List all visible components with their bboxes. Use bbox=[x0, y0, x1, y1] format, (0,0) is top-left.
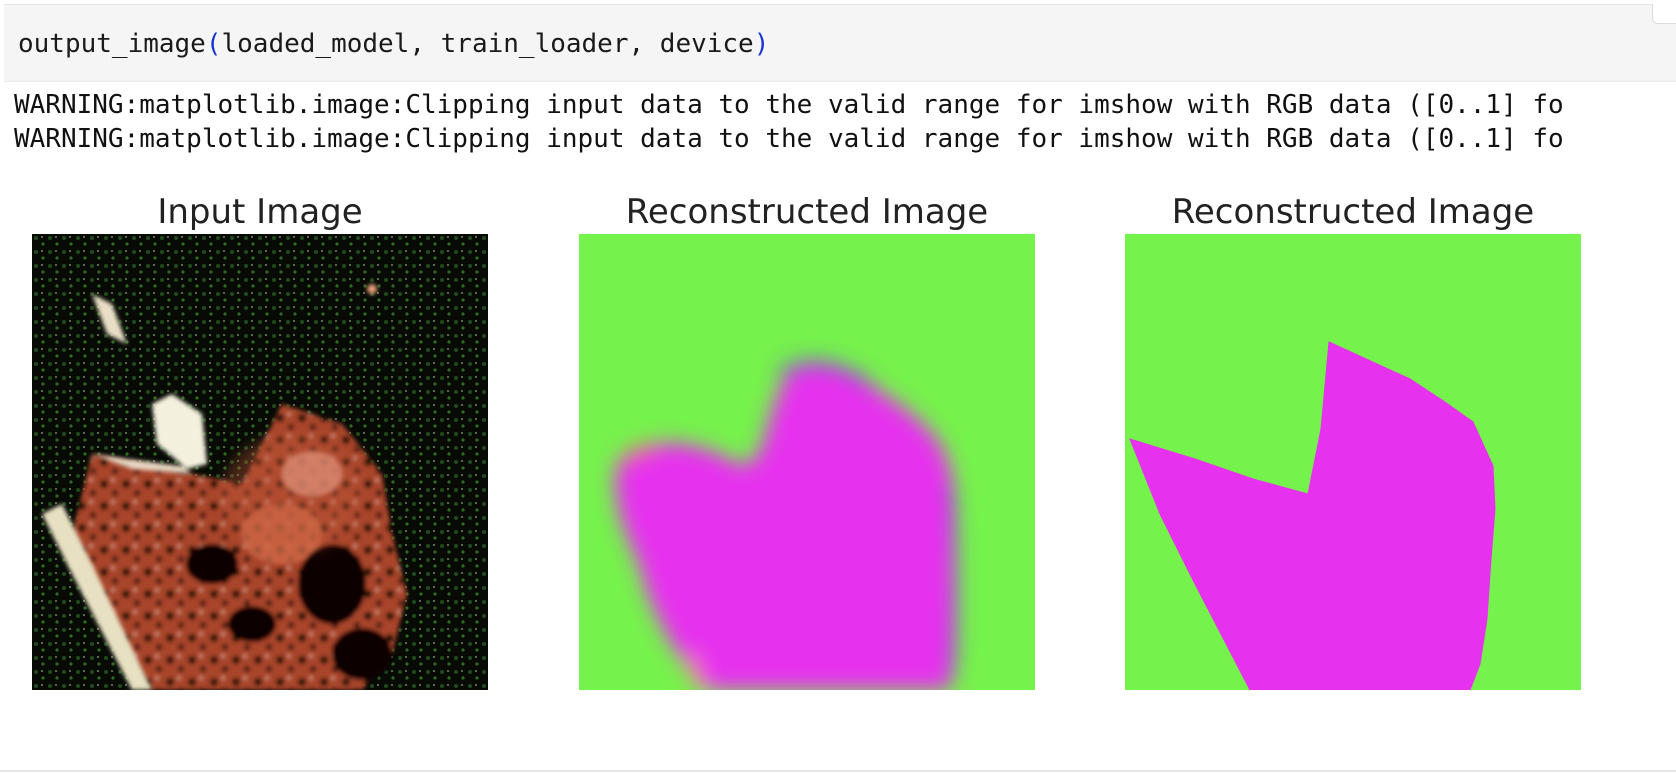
code-function-name: output_image bbox=[18, 29, 206, 59]
code-open-paren: ( bbox=[205, 29, 222, 59]
cell-corner-tab bbox=[1652, 4, 1676, 24]
reconstructed-image-blurry bbox=[579, 234, 1035, 690]
warning-line-2: WARNING:matplotlib.image:Clipping input … bbox=[14, 124, 1564, 154]
code-close-paren: ) bbox=[753, 29, 770, 59]
code-input-area[interactable]: output_image(loaded_model, train_loader,… bbox=[4, 4, 1676, 82]
panel-title-reconstructed-2: Reconstructed Image bbox=[1171, 192, 1535, 232]
cell-bottom-border bbox=[0, 770, 1676, 772]
code-line[interactable]: output_image(loaded_model, train_loader,… bbox=[18, 27, 769, 61]
panel-title-reconstructed-1: Reconstructed Image bbox=[625, 192, 989, 232]
code-arguments: loaded_model, train_loader, device bbox=[221, 29, 754, 59]
notebook-cell: output_image(loaded_model, train_loader,… bbox=[0, 0, 1676, 778]
reconstructed-image-polygon bbox=[1125, 234, 1581, 690]
cell-output-area: WARNING:matplotlib.image:Clipping input … bbox=[0, 86, 1676, 766]
warning-line-1: WARNING:matplotlib.image:Clipping input … bbox=[14, 90, 1564, 120]
input-image bbox=[32, 234, 488, 690]
panel-title-input: Input Image bbox=[157, 192, 363, 232]
